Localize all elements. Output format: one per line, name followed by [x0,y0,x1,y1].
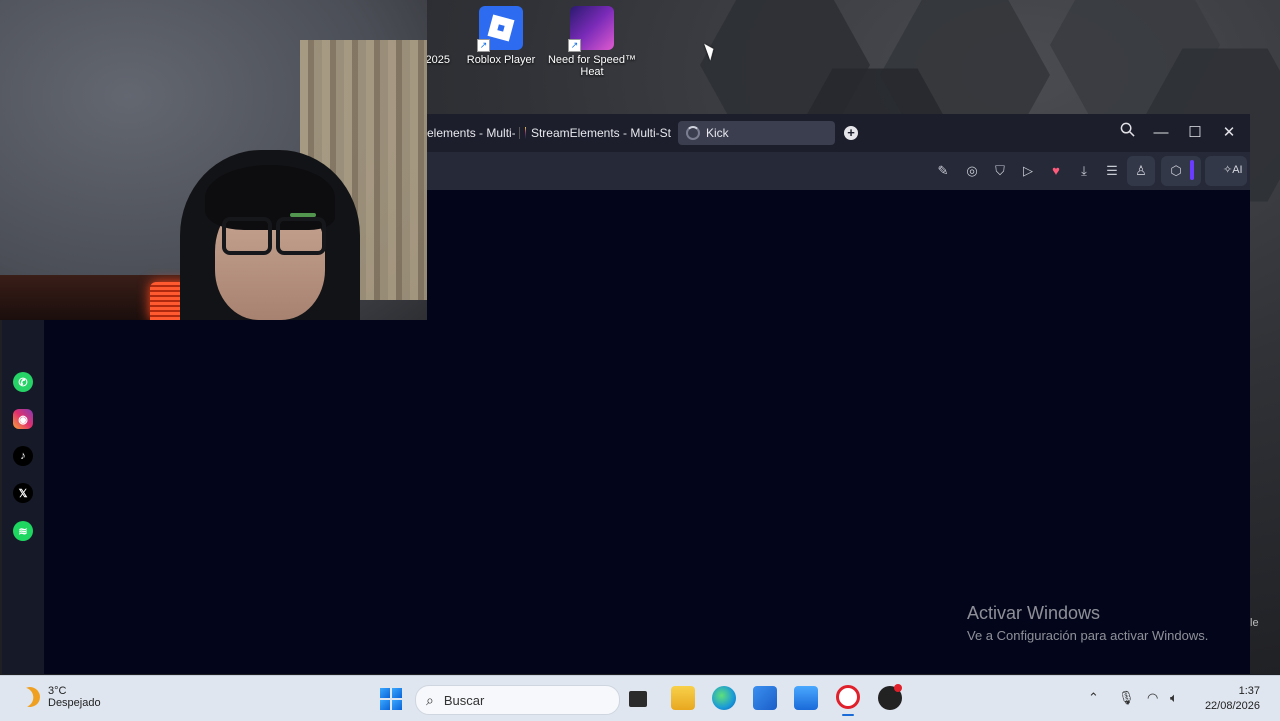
camera-icon[interactable]: ◎ [964,163,980,179]
watermark-subtitle: Ve a Configuración para activar Windows. [967,628,1209,643]
search-placeholder: Buscar [443,692,485,708]
loading-spinner-icon [686,126,700,140]
desktop-icon-nfs-heat[interactable]: ↗ Need for Speed™ Heat [547,6,637,78]
tab-kick[interactable]: Kick [678,121,835,145]
tab-label: StreamElements - Multi-St [530,126,671,140]
opera-icon[interactable] [836,685,860,709]
moon-icon [16,683,43,710]
taskbar: 3°C Despejado ⌕ Buscar ⌃ 🎙︎ ◠ 🔈︎ 1:37 22… [0,675,1280,721]
search-icon: ⌕ [426,691,434,708]
cube-icon: ⬡ [1170,163,1182,178]
volume-icon[interactable]: 🔈︎ [1170,690,1178,706]
page-content-area [44,320,427,674]
tab-label: Kick [706,126,729,140]
active-app-indicator [842,714,854,716]
x-icon[interactable]: 𝕏 [13,483,33,503]
file-explorer-icon[interactable] [671,686,695,710]
activate-windows-watermark: Activar Windows Ve a Configuración para … [967,603,1208,643]
desktop-icon-label: Roblox Player [466,54,536,66]
desktop-icon-roblox[interactable]: ↗ Roblox Player [456,6,546,66]
clock-date: 22/08/2026 [1204,700,1260,712]
streamelements-icon [525,127,526,139]
ai-label: AI [1232,164,1243,176]
profile-icon: ♙ [1135,163,1147,178]
tiktok-icon[interactable]: ♪ [13,446,33,466]
watermark-title: Activar Windows [967,603,1101,623]
desktop-icon-label: Need for Speed™ Heat [547,54,637,78]
offscreen-text-fragment: le [1250,617,1259,629]
clock-time: 1:37 [1238,685,1260,697]
profile-button[interactable]: ♙ [1127,156,1155,186]
webcam-overlay [0,0,427,320]
chevron-up-icon[interactable]: ⌃ [1088,690,1099,706]
whatsapp-icon[interactable]: ✆ [13,372,33,392]
spotify-icon[interactable]: ≋ [13,521,33,541]
microphone-icon[interactable]: 🎙︎ [1118,690,1135,706]
wifi-icon[interactable]: ◠ [1147,690,1158,706]
recording-badge [894,684,902,692]
close-button[interactable]: ✕ [1216,121,1242,145]
tab-streamelements-2[interactable]: StreamElements - Multi-St [525,121,671,145]
edit-icon[interactable]: ✎ [935,163,951,179]
browser-sidebar: ✆ ◉ ♪ 𝕏 ≋ [2,320,44,674]
ai-button-label: ✧AI [1223,163,1243,176]
sparkle-icon: ✧ [1223,164,1233,176]
shortcut-arrow-icon: ↗ [477,39,490,52]
instagram-icon[interactable]: ◉ [13,409,33,429]
shortcut-arrow-icon: ↗ [568,39,581,52]
tab-separator [519,127,520,139]
start-button[interactable] [380,688,402,710]
extension-active-indicator [1190,160,1194,180]
new-tab-button[interactable]: + [844,126,858,140]
weather-temperature: 3°C [48,685,67,697]
edge-icon[interactable] [712,686,736,710]
download-icon[interactable]: ⤓ [1076,163,1092,179]
heart-icon[interactable]: ♥ [1048,163,1064,179]
browser-toolbar: ✎ ◎ ⛉ ▷ ♥ ⤓ ☰ ♙ ⬡ ✧AI [427,152,1250,190]
microsoft-store-icon[interactable] [794,686,818,710]
maximize-button[interactable]: ☐ [1182,121,1208,145]
tab-search-icon[interactable] [1114,121,1140,145]
menu-icon[interactable]: ☰ [1104,163,1120,179]
roblox-icon: ↗ [477,6,523,52]
tab-streamelements-1[interactable]: elements - Multi-St [427,121,515,145]
task-view-icon[interactable] [629,691,647,707]
play-icon[interactable]: ▷ [1020,163,1036,179]
system-clock[interactable]: 1:37 22/08/2026 [1196,684,1260,714]
browser-window: elements - Multi-St StreamElements - Mul… [427,114,1250,674]
tab-bar: elements - Multi-St StreamElements - Mul… [427,114,1250,152]
taskbar-search[interactable]: ⌕ Buscar [415,685,620,715]
webcam-glasses [222,217,272,255]
weather-description: Despejado [48,697,101,709]
shield-icon[interactable]: ⛉ [992,163,1008,179]
nfs-heat-icon: ↗ [568,6,614,52]
weather-widget[interactable]: 3°C Despejado [20,685,101,709]
webcam-glasses-reflection [290,213,316,217]
outlook-icon[interactable] [753,686,777,710]
tab-label: elements - Multi-St [427,126,515,140]
minimize-button[interactable]: — [1148,121,1174,145]
webcam-glasses [276,217,326,255]
extensions-button[interactable]: ⬡ [1161,156,1201,186]
